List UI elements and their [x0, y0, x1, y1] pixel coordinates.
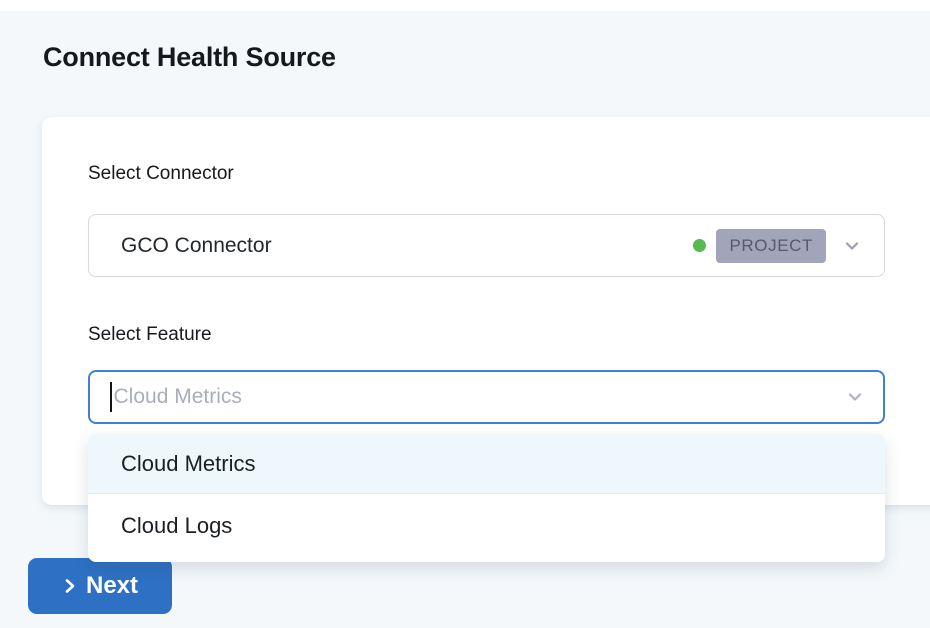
connector-selected-value: GCO Connector [121, 234, 272, 258]
connector-select-meta: PROJECT [693, 229, 862, 263]
next-button[interactable]: Next [28, 558, 172, 614]
scope-badge: PROJECT [716, 229, 826, 263]
menu-item-cloud-logs[interactable]: Cloud Logs [88, 494, 885, 557]
chevron-down-icon [842, 236, 862, 256]
connector-field-label: Select Connector [88, 163, 234, 185]
feature-input-placeholder: Cloud Metrics [114, 385, 846, 409]
text-caret [110, 382, 112, 412]
status-dot-icon [693, 239, 706, 252]
chevron-right-icon [62, 577, 78, 595]
connect-health-source-page: Connect Health Source Select Connector G… [0, 0, 930, 628]
feature-dropdown-menu: Cloud Metrics Cloud Logs [88, 434, 885, 562]
menu-item-cloud-metrics[interactable]: Cloud Metrics [88, 434, 885, 494]
next-button-label: Next [86, 572, 138, 600]
top-strip [0, 0, 930, 11]
connector-select[interactable]: GCO Connector PROJECT [88, 214, 885, 277]
chevron-down-icon[interactable] [845, 387, 865, 407]
feature-field-label: Select Feature [88, 324, 212, 346]
feature-select-input[interactable]: Cloud Metrics [88, 370, 885, 424]
page-title: Connect Health Source [43, 42, 336, 73]
